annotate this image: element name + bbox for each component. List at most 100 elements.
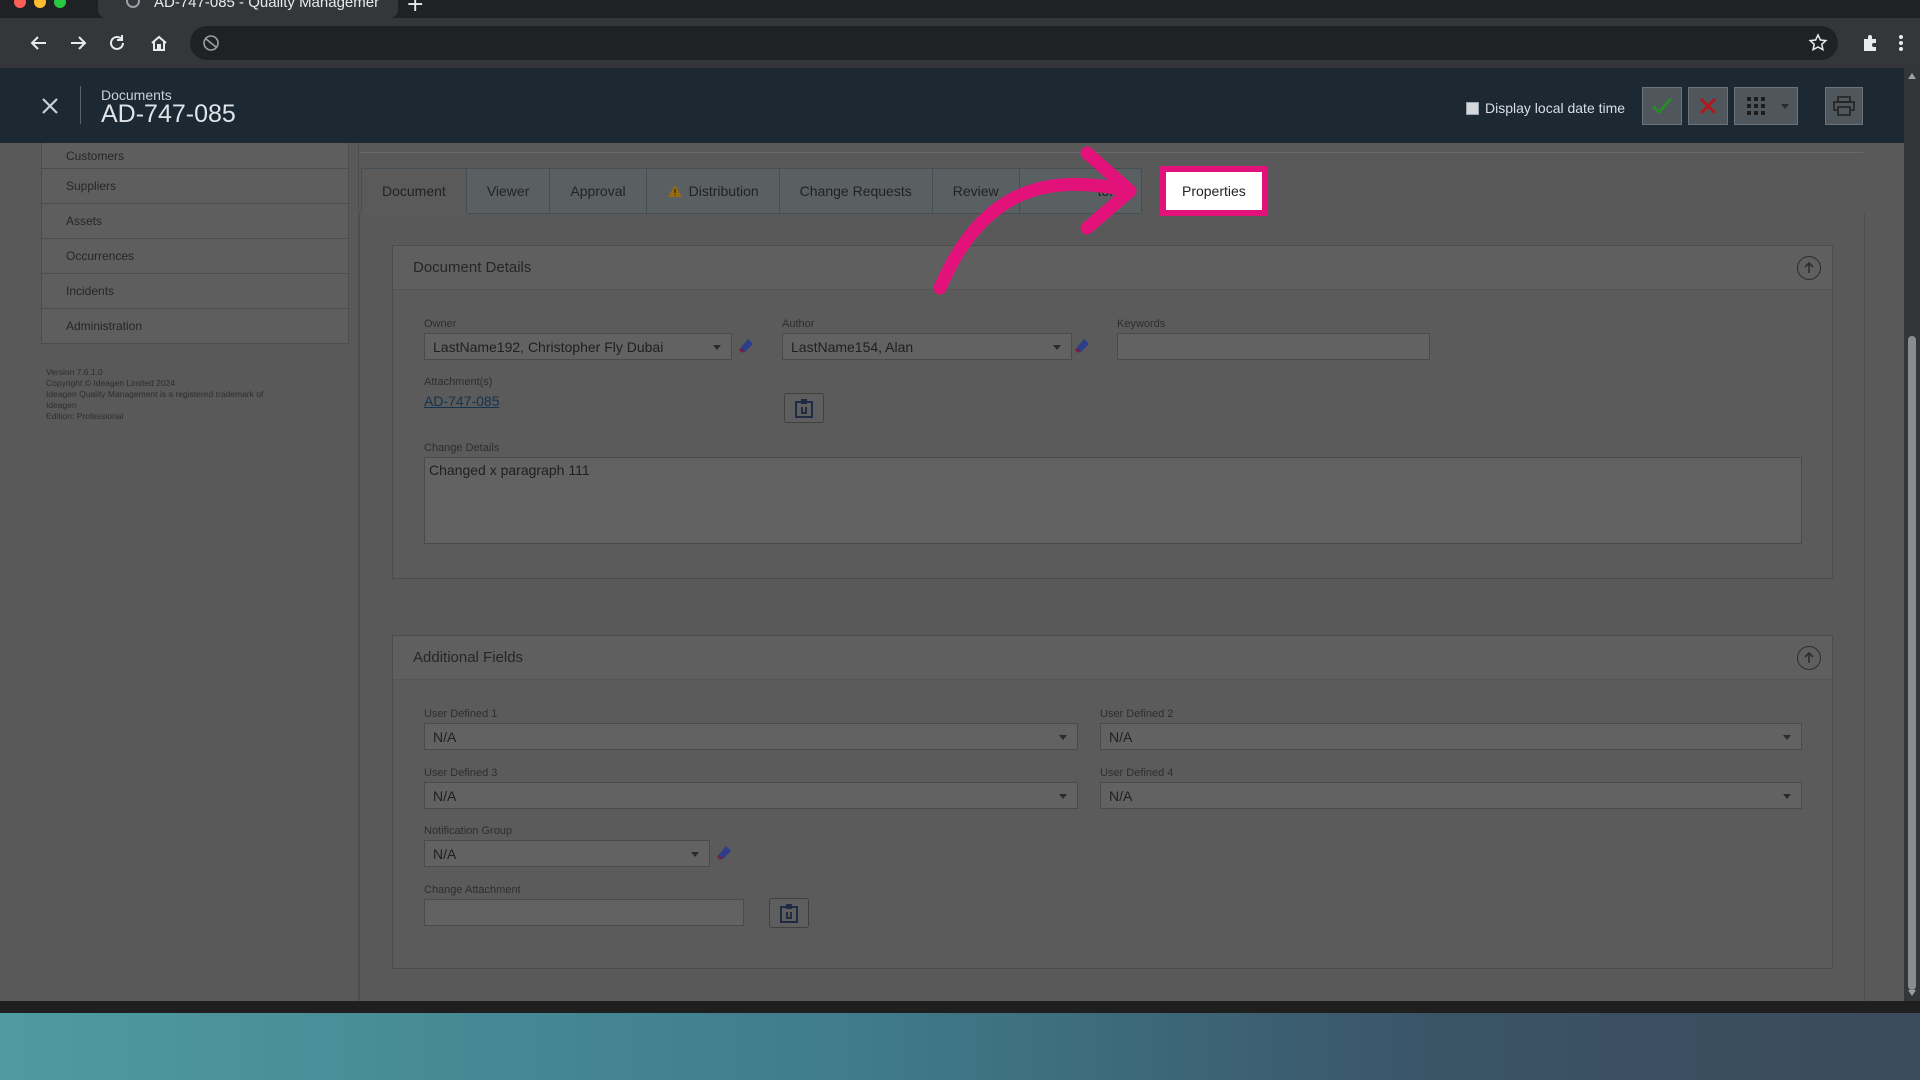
browser-menu-icon[interactable] [1886,28,1916,58]
scroll-up-icon[interactable] [1907,72,1917,80]
change-details-value: Changed x paragraph 111 [429,462,590,478]
window-maximize-dot[interactable] [54,0,66,8]
browser-tab[interactable]: AD-747-085 - Quality Managemer [98,0,398,18]
cancel-icon [1699,97,1717,115]
tab-approval[interactable]: Approval [550,168,647,214]
app-body: Customers Suppliers Assets Occurrences I… [0,143,1904,1001]
page-title: AD-747-085 [101,100,236,128]
author-select[interactable]: LastName154, Alan [782,333,1072,360]
tab-viewer[interactable]: Viewer [466,168,551,214]
chevron-down-icon [1053,345,1061,350]
cancel-button[interactable] [1688,87,1728,125]
scroll-down-icon[interactable] [1907,989,1917,997]
change-details-label: Change Details [424,442,500,454]
tab-label: Document [382,183,446,199]
change-attachment-input[interactable] [424,899,744,926]
user-defined-2-label: User Defined 2 [1100,708,1174,720]
user-defined-1-select[interactable]: N/A [424,723,1078,750]
horizontal-scroll-strip [0,1001,1920,1013]
user-defined-2-select[interactable]: N/A [1100,723,1802,750]
scroll-thumb[interactable] [1908,336,1916,990]
site-info-icon[interactable] [202,34,220,56]
print-button[interactable] [1825,87,1863,125]
address-bar[interactable] [190,26,1838,60]
document-header: Documents AD-747-085 Display local date … [0,68,1904,143]
sidebar-item-occurrences[interactable]: Occurrences [41,239,349,274]
trademark-line: Ideagen Quality Management is a register… [46,389,264,399]
trademark-line-2: Ideagen [46,400,77,410]
section-header[interactable]: Document Details [393,246,1832,290]
tab-label: Viewer [486,183,530,199]
section-header[interactable]: Additional Fields [393,636,1832,680]
change-attachment-label: Change Attachment [424,884,521,896]
user-defined-4-select[interactable]: N/A [1100,782,1802,809]
change-details-textarea[interactable]: Changed x paragraph 111 [424,457,1802,544]
eraser-icon[interactable] [1071,335,1093,357]
clipboard-attach-icon [795,399,813,418]
clipboard-attach-icon [780,904,798,923]
forward-icon[interactable] [63,28,93,58]
notification-group-value: N/A [433,845,457,862]
collapse-up-icon[interactable] [1797,256,1821,280]
warning-icon [667,185,682,197]
user-defined-3-select[interactable]: N/A [424,782,1078,809]
save-button[interactable] [1642,87,1682,125]
user-defined-1-value: N/A [433,728,457,745]
copyright-line: Copyright © Ideagen Limited 2024 [46,378,176,388]
tab-label: Approval [570,183,626,199]
new-tab-button[interactable]: + [406,0,424,17]
chevron-down-icon [1783,794,1791,799]
keywords-input[interactable] [1117,333,1430,360]
bookmark-star-icon[interactable] [1808,33,1828,57]
attach-file-button[interactable] [784,393,824,423]
eraser-icon[interactable] [735,335,757,357]
browser-tab-title: AD-747-085 - Quality Managemer [154,0,380,11]
back-icon[interactable] [24,28,54,58]
main-panel: Document Viewer Approval Distribution Ch… [358,143,1904,1001]
additional-fields-section: Additional Fields User Defined 1 N/A Use… [392,635,1833,969]
tab-label: Properties [1181,183,1246,199]
user-defined-1-label: User Defined 1 [424,708,498,720]
notification-group-label: Notification Group [424,825,513,837]
change-attachment-button[interactable] [769,898,809,928]
display-local-date-time-toggle[interactable]: Display local date time [1466,100,1625,116]
collapse-up-icon[interactable] [1797,646,1821,670]
version-line: Version 7.6.1.0 [46,367,103,377]
sidebar-item-incidents[interactable]: Incidents [41,274,349,309]
window-minimize-dot[interactable] [34,0,46,8]
tab-review[interactable]: Review [932,168,1020,214]
window-close-dot[interactable] [14,0,26,8]
sidebar-item-suppliers[interactable]: Suppliers [41,169,349,204]
grid-menu-button[interactable] [1734,87,1798,125]
close-icon[interactable] [36,92,64,120]
tab-document[interactable]: Document [361,168,467,214]
section-title: Additional Fields [413,649,524,666]
checkbox[interactable] [1466,101,1479,115]
owner-select[interactable]: LastName192, Christopher Fly Dubai [424,333,732,360]
owner-value: LastName192, Christopher Fly Dubai [433,338,664,355]
user-defined-3-value: N/A [433,787,457,804]
user-defined-3-label: User Defined 3 [424,767,498,779]
tab-distribution[interactable]: Distribution [646,168,780,214]
document-tabs: Document Viewer Approval Distribution Ch… [361,166,1268,216]
sidebar-item-assets[interactable]: Assets [41,204,349,239]
sidebar-item-administration[interactable]: Administration [41,309,349,344]
tab-content: Document Details Owner LastName192, Chri… [359,213,1865,1001]
tab-properties[interactable]: Properties [1159,166,1268,216]
notification-group-select[interactable]: N/A [424,840,710,867]
tab-change-requests[interactable]: Change Requests [779,168,933,214]
tab-label: tory [1097,183,1121,199]
author-label: Author [782,318,815,330]
author-value: LastName154, Alan [791,338,914,355]
attachment-link[interactable]: AD-747-085 [424,393,500,409]
tab-history[interactable]: tory [1019,168,1142,214]
reload-icon[interactable] [102,28,132,58]
edition-line: Edition: Professional [46,411,124,421]
home-icon[interactable] [144,28,174,58]
extensions-icon[interactable] [1855,28,1885,58]
sidebar-item-customers[interactable]: Customers [41,143,349,169]
eraser-icon[interactable] [713,842,735,864]
display-local-date-time-label: Display local date time [1485,100,1626,116]
page-scrollbar[interactable] [1904,68,1920,1001]
user-defined-4-value: N/A [1109,787,1133,804]
